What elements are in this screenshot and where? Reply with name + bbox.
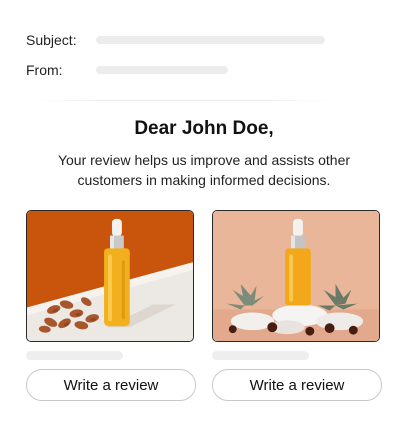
subject-label: Subject: [26, 32, 77, 48]
from-row: From: [26, 60, 96, 80]
product-title-placeholder-2 [212, 351, 309, 360]
product-card-image-1 [26, 210, 194, 342]
write-review-button-1[interactable]: Write a review [26, 369, 196, 401]
product-title-placeholder-1 [26, 351, 123, 360]
greeting-heading: Dear John Doe, [134, 118, 274, 139]
write-review-button-2[interactable]: Write a review [212, 369, 382, 401]
header-divider [36, 100, 330, 101]
product-card-image-2 [212, 210, 380, 342]
review-message: Your review helps us improve and assists… [57, 152, 351, 188]
subject-row: Subject: [26, 30, 96, 50]
subject-placeholder [96, 36, 325, 44]
serum-bottle-succulents-image [213, 211, 379, 341]
from-placeholder [96, 66, 228, 74]
from-label: From: [26, 62, 63, 78]
serum-bottle-almonds-image [27, 211, 193, 341]
